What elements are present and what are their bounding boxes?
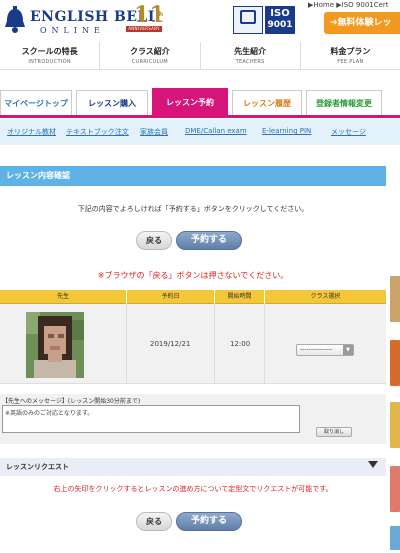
side-banner-image[interactable] [390,340,400,386]
link-textbook-order[interactable]: テキストブック注文 [66,127,129,137]
lesson-request-header[interactable]: レッスンリクエスト [0,458,386,476]
cancel-button[interactable]: 取り消し [316,427,352,437]
link-family-member[interactable]: 家族会員 [140,127,168,137]
browser-back-warning: ※ブラウザの「戻る」ボタンは押さないでください。 [97,271,289,280]
free-trial-button[interactable]: ➔無料体験レッ [324,12,400,34]
column-header-date: 予約日 [126,290,214,304]
link-dme-callan-exam[interactable]: DME/Callan exam [185,127,247,135]
side-banner-image[interactable] [390,276,400,322]
tab-lesson-reservation[interactable]: レッスン予約 [152,88,228,115]
start-time: 12:00 [230,340,251,348]
side-banner-image[interactable] [390,466,400,512]
certification-mark-icon [233,6,263,34]
link-original-materials[interactable]: オリジナル教材 [7,127,56,137]
teacher-message-field[interactable]: ※英語のみのご対応となります。 [2,405,300,433]
nav-item-label: 先生紹介 [234,47,267,56]
site-header: ENGLISH BELL ONLINE 11 th ANNIVERSARY IS… [0,0,400,42]
iso-number: 9001 [267,20,293,30]
nav-item-curriculum[interactable]: クラス紹介 CURRICULUM [99,42,199,69]
teacher-photo[interactable] [26,312,84,378]
reserve-button[interactable]: 予約する [176,231,242,250]
reservation-date: 2019/12/21 [150,340,191,348]
tab-lesson-history[interactable]: レッスン履歴 [232,90,302,115]
nav-item-fee-plan[interactable]: 料金プラン FEE PLAN [299,42,400,69]
nav-item-teachers[interactable]: 先生紹介 TEACHERS [199,42,300,69]
expand-arrow-icon[interactable] [368,461,378,468]
teacher-message-label: 【先生へのメッセージ】(レッスン開始30分前まで) [2,398,141,405]
anniversary-badge: 11 th ANNIVERSARY [126,2,165,36]
reserve-button-bottom[interactable]: 予約する [176,512,242,531]
nav-item-label: スクールの特長 [21,47,78,56]
column-header-teacher: 先生 [56,293,69,300]
tab-mypage-top[interactable]: マイページトップ [0,90,72,115]
global-nav: スクールの特長 INTRODUCTION クラス紹介 CURRICULUM 先生… [0,42,400,70]
link-messages[interactable]: メッセージ [331,127,366,137]
top-links[interactable]: ▶Home ▶ISO 9001Cert [308,1,400,9]
side-banner-column [386,166,400,553]
teacher-message-section: 【先生へのメッセージ】(レッスン開始30分前まで) ※英語のみのご対応となります… [0,394,386,444]
class-select-value: --------------- [300,346,333,353]
iso-label: ISO [270,8,290,19]
confirm-message: 下記の内容でよろしければ「予約する」ボタンをクリックしてください。 [77,205,309,213]
table-header: 先生 予約日 開始時間 クラス選択 [0,290,386,304]
anniversary-band: ANNIVERSARY [126,26,162,32]
side-banner-image[interactable] [390,526,400,550]
mypage-tabs: マイページトップ レッスン購入 レッスン予約 レッスン履歴 登録者情報変更 [0,88,400,118]
nav-item-introduction[interactable]: スクールの特長 INTRODUCTION [0,42,99,69]
tab-lesson-purchase[interactable]: レッスン購入 [76,90,148,115]
column-header-start-time: 開始時間 [214,290,264,304]
nav-item-label: 料金プラン [330,47,371,56]
sub-links-bar: オリジナル教材 テキストブック注文 家族会員 DME/Callan exam E… [0,119,400,145]
nav-item-label: クラス紹介 [129,47,170,56]
nav-item-sublabel: INTRODUCTION [28,59,71,65]
section-title: レッスン内容確認 [0,166,386,186]
bell-logo-icon[interactable] [2,6,28,34]
nav-item-sublabel: CURRICULUM [131,59,168,65]
anniversary-suffix: th [155,8,163,22]
class-select-dropdown[interactable]: --------------- ▼ [296,344,354,356]
lesson-request-note: 右上の矢印をクリックするとレッスンの進め方について定型文でリクエストが可能です。 [53,485,333,493]
link-elearning-pin[interactable]: E-learning PIN [262,127,311,135]
chevron-down-icon: ▼ [343,345,353,355]
nav-item-sublabel: FEE PLAN [337,59,364,65]
tab-registration-info[interactable]: 登録者情報変更 [306,90,382,115]
logo-subtext: ONLINE [40,26,105,35]
nav-item-sublabel: TEACHERS [235,59,265,65]
iso-badge: ISO 9001 [265,6,295,34]
back-button[interactable]: 戻る [136,231,172,250]
side-banner-image[interactable] [390,402,400,448]
back-button-bottom[interactable]: 戻る [136,512,172,531]
column-header-class-select: クラス選択 [264,290,386,304]
